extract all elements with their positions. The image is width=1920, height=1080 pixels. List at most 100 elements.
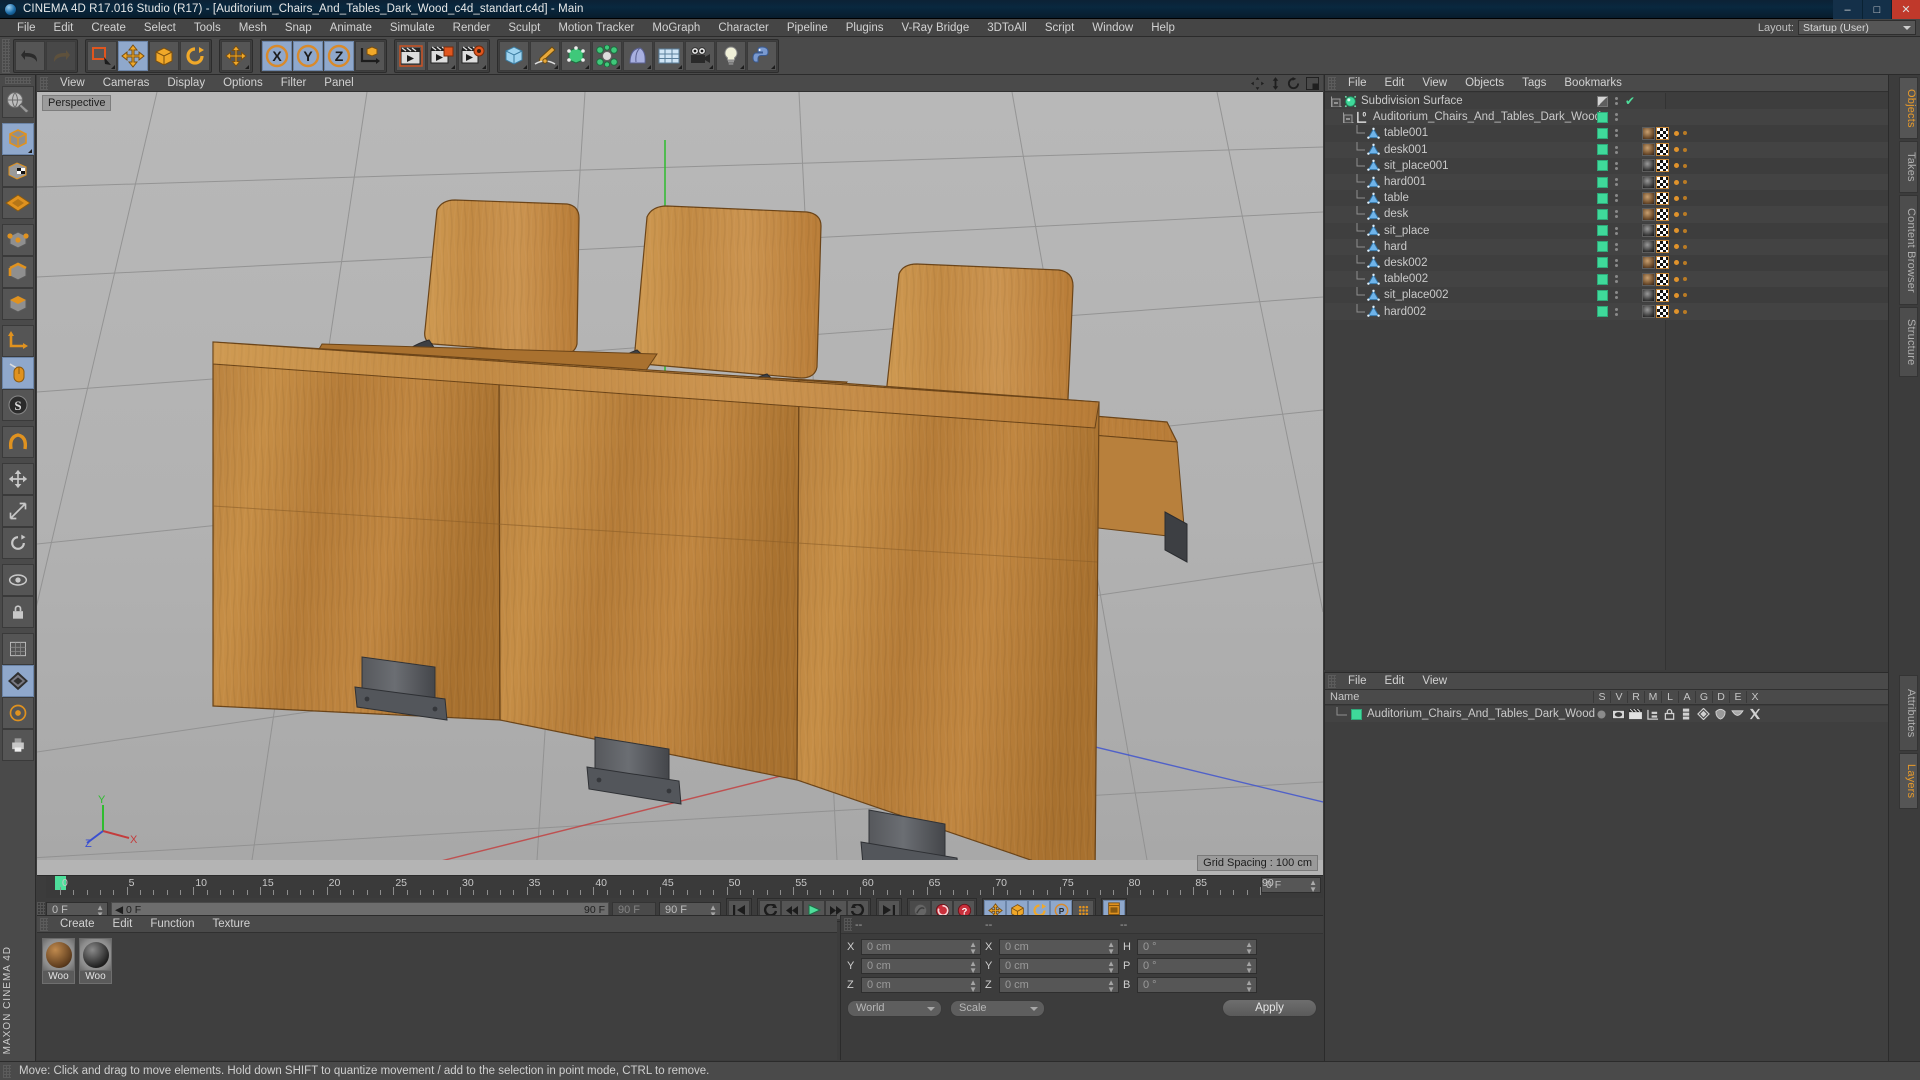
material-list[interactable]: Woo Woo bbox=[37, 933, 837, 1060]
layer-flag-r-icon[interactable] bbox=[1627, 708, 1644, 720]
visibility-dots-icon[interactable] bbox=[1615, 178, 1618, 187]
material-tag-icon[interactable] bbox=[1642, 240, 1655, 254]
menu-item-window[interactable]: Window bbox=[1083, 19, 1142, 37]
menu-item-3dtoall[interactable]: 3DToAll bbox=[978, 19, 1036, 37]
object-row[interactable]: table002 bbox=[1325, 271, 1888, 288]
texture-mode-button[interactable] bbox=[1, 155, 34, 187]
visibility-dots-icon[interactable] bbox=[1615, 145, 1618, 154]
visibility-dots-icon[interactable] bbox=[1615, 258, 1618, 267]
light-button[interactable] bbox=[716, 40, 746, 71]
tag-dot-icon[interactable] bbox=[1683, 131, 1687, 136]
undo-button[interactable] bbox=[15, 40, 45, 71]
spinner-icon[interactable]: ▲ ▼ bbox=[969, 960, 977, 975]
tag-dot-icon[interactable] bbox=[1674, 292, 1679, 298]
workplane-lock-button[interactable] bbox=[1, 697, 34, 729]
object-enable-toggle[interactable] bbox=[1597, 192, 1608, 204]
coord-position-field[interactable]: 0 cm ▲ ▼ bbox=[861, 977, 981, 994]
grid-snap-button[interactable] bbox=[1, 665, 34, 697]
apply-button[interactable]: Apply bbox=[1222, 999, 1317, 1017]
layer-flag-g-icon[interactable] bbox=[1695, 708, 1712, 720]
floor-grid-button[interactable] bbox=[654, 40, 684, 71]
menu-item-tools[interactable]: Tools bbox=[185, 19, 230, 37]
spinner-icon[interactable]: ▲ ▼ bbox=[1309, 879, 1317, 894]
object-menu-view[interactable]: View bbox=[1413, 75, 1456, 92]
viewport-menu-view[interactable]: View bbox=[51, 75, 94, 92]
coordinate-mode-dropdown[interactable]: Scale bbox=[950, 999, 1045, 1017]
layer-flag-v-icon[interactable] bbox=[1610, 709, 1627, 720]
menu-item-plugins[interactable]: Plugins bbox=[837, 19, 893, 37]
select-tool-button[interactable] bbox=[87, 40, 117, 71]
zoom-view-icon[interactable] bbox=[1270, 77, 1281, 90]
maximize-view-icon[interactable] bbox=[1306, 77, 1319, 90]
viewport-menu-display[interactable]: Display bbox=[158, 75, 214, 92]
layer-column-d[interactable]: D bbox=[1712, 691, 1729, 703]
layer-column-l[interactable]: L bbox=[1661, 691, 1678, 703]
coord-position-field[interactable]: 0 cm ▲ ▼ bbox=[861, 939, 981, 956]
layer-column-g[interactable]: G bbox=[1695, 691, 1712, 703]
uv-tag-icon[interactable] bbox=[1656, 272, 1669, 286]
layer-menu-edit[interactable]: Edit bbox=[1376, 673, 1414, 690]
camera-button[interactable] bbox=[685, 40, 715, 71]
uv-tag-icon[interactable] bbox=[1656, 288, 1669, 302]
object-menu-objects[interactable]: Objects bbox=[1456, 75, 1513, 92]
material-preview-sphere[interactable] bbox=[42, 938, 75, 971]
object-row[interactable]: desk002 bbox=[1325, 254, 1888, 271]
tag-dot-icon[interactable] bbox=[1683, 196, 1687, 201]
lock-button[interactable] bbox=[1, 596, 34, 628]
menu-item-v-ray-bridge[interactable]: V-Ray Bridge bbox=[892, 19, 978, 37]
menu-item-sculpt[interactable]: Sculpt bbox=[499, 19, 549, 37]
object-row[interactable]: hard bbox=[1325, 238, 1888, 255]
uv-tag-icon[interactable] bbox=[1656, 305, 1669, 319]
layer-column-x[interactable]: X bbox=[1746, 691, 1763, 703]
object-enable-toggle[interactable] bbox=[1597, 176, 1608, 188]
spinner-icon[interactable]: ▲ ▼ bbox=[969, 941, 977, 956]
tag-dot-icon[interactable] bbox=[1674, 309, 1679, 315]
object-enable-toggle[interactable] bbox=[1597, 127, 1608, 139]
material-menu-create[interactable]: Create bbox=[51, 916, 104, 933]
object-row[interactable]: sit_place bbox=[1325, 222, 1888, 239]
viewport-menu-grip[interactable] bbox=[40, 76, 48, 90]
viewport-menu-filter[interactable]: Filter bbox=[272, 75, 316, 92]
object-row[interactable]: sit_place001 bbox=[1325, 157, 1888, 174]
model-mode-button[interactable] bbox=[1, 123, 34, 155]
object-enable-toggle[interactable] bbox=[1597, 111, 1608, 123]
object-enable-toggle[interactable] bbox=[1597, 144, 1608, 156]
material-tag-icon[interactable] bbox=[1642, 305, 1655, 319]
layer-flag-l-icon[interactable] bbox=[1661, 708, 1678, 720]
layer-column-a[interactable]: A bbox=[1678, 691, 1695, 703]
viewport-menu-options[interactable]: Options bbox=[214, 75, 272, 92]
menu-item-character[interactable]: Character bbox=[709, 19, 778, 37]
visibility-dots-icon[interactable] bbox=[1615, 291, 1618, 300]
layer-column-m[interactable]: M bbox=[1644, 691, 1661, 703]
tag-dot-icon[interactable] bbox=[1683, 244, 1687, 249]
tag-dot-icon[interactable] bbox=[1683, 277, 1687, 282]
make-editable-button[interactable] bbox=[1, 86, 34, 118]
coord-size-field[interactable]: 0 cm ▲ ▼ bbox=[999, 939, 1119, 956]
coord-rotation-field[interactable]: 0 ° ▲ ▼ bbox=[1137, 958, 1257, 975]
magnet-tool-button[interactable] bbox=[1, 426, 34, 458]
object-menu-grip[interactable] bbox=[1328, 76, 1336, 90]
uv-tag-icon[interactable] bbox=[1656, 126, 1669, 140]
material-tag-icon[interactable] bbox=[1642, 159, 1655, 173]
visibility-dots-icon[interactable] bbox=[1615, 161, 1618, 170]
environment-button[interactable] bbox=[623, 40, 653, 71]
edge-mode-button[interactable] bbox=[1, 256, 34, 288]
uv-tag-icon[interactable] bbox=[1656, 191, 1669, 205]
axis-modify-button[interactable] bbox=[1, 325, 34, 357]
x-axis-lock-button[interactable]: X bbox=[262, 40, 292, 71]
viewport-menu-cameras[interactable]: Cameras bbox=[94, 75, 159, 92]
world-object-coordinates-button[interactable] bbox=[355, 40, 385, 71]
visibility-button[interactable] bbox=[1, 564, 34, 596]
tab-attributes[interactable]: Attributes bbox=[1899, 675, 1918, 751]
layer-menu-view[interactable]: View bbox=[1413, 673, 1456, 690]
object-row[interactable]: Subdivision Surface ✔ bbox=[1325, 93, 1888, 109]
object-enable-toggle[interactable] bbox=[1597, 289, 1608, 301]
toolbar-grip[interactable] bbox=[2, 38, 10, 73]
menu-item-create[interactable]: Create bbox=[82, 19, 135, 37]
tab-takes[interactable]: Takes bbox=[1899, 141, 1918, 193]
scale-nav-button[interactable] bbox=[1, 495, 34, 527]
material-menu-edit[interactable]: Edit bbox=[104, 916, 142, 933]
polygon-mode-button[interactable] bbox=[1, 288, 34, 320]
tab-objects[interactable]: Objects bbox=[1899, 77, 1918, 139]
uv-tag-icon[interactable] bbox=[1656, 224, 1669, 238]
